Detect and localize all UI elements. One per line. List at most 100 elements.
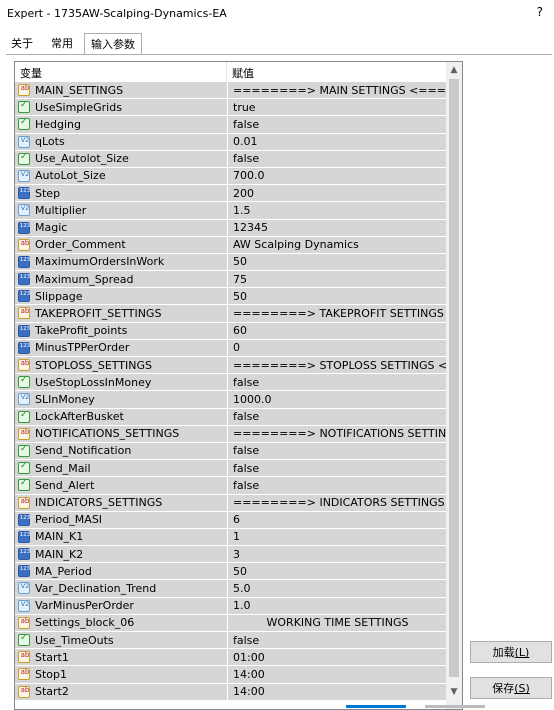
value-cell[interactable]: true: [227, 99, 447, 116]
value-cell[interactable]: false: [227, 632, 447, 649]
table-row[interactable]: Settings_block_06 WORKING TIME SETTINGS: [15, 614, 447, 632]
variable-cell[interactable]: TakeProfit_points: [15, 323, 226, 339]
value-cell[interactable]: ========> NOTIFICATIONS SETTINGS...: [227, 425, 462, 442]
table-row[interactable]: UseStopLossInMoney false: [15, 374, 447, 392]
tab-inputs[interactable]: 输入参数: [84, 33, 142, 55]
variable-cell[interactable]: UseSimpleGrids: [15, 99, 226, 115]
table-row[interactable]: MinusTPPerOrder 0: [15, 339, 447, 357]
table-row[interactable]: Order_Comment AW Scalping Dynamics: [15, 236, 447, 254]
table-row[interactable]: MAIN_K2 3: [15, 546, 446, 564]
table-row[interactable]: STOPLOSS_SETTINGS ========> STOPLOSS SETT…: [15, 357, 462, 375]
table-row[interactable]: TakeProfit_points 60: [15, 322, 447, 340]
value-cell[interactable]: WORKING TIME SETTINGS: [227, 614, 447, 631]
table-row[interactable]: SLInMoney 1000.0: [15, 391, 447, 409]
value-cell[interactable]: 1.5: [227, 202, 447, 219]
tab-about[interactable]: 关于: [6, 35, 38, 53]
table-row[interactable]: Send_Notification false: [15, 442, 447, 461]
value-cell[interactable]: 1000.0: [227, 391, 447, 408]
table-row[interactable]: Hedging false: [15, 116, 447, 134]
value-cell[interactable]: false: [227, 477, 447, 494]
table-row[interactable]: VarMinusPerOrder 1.0: [15, 597, 446, 615]
table-row[interactable]: Send_Alert false: [15, 477, 447, 495]
value-cell[interactable]: ========> INDICATORS SETTINGS <...: [227, 494, 462, 511]
value-cell[interactable]: 50: [227, 253, 447, 271]
value-cell[interactable]: 14:00: [227, 683, 447, 700]
table-row[interactable]: MAIN_K1 1: [15, 528, 447, 547]
table-row[interactable]: Stop1 14:00: [15, 666, 447, 684]
value-cell[interactable]: 50: [227, 288, 447, 305]
variable-cell[interactable]: Send_Notification: [15, 443, 226, 459]
column-separator[interactable]: [226, 62, 227, 81]
variable-cell[interactable]: MAIN_K1: [15, 529, 226, 545]
save-button[interactable]: 保存(S): [470, 677, 552, 699]
value-cell[interactable]: false: [227, 374, 447, 391]
variable-cell[interactable]: qLots: [15, 134, 226, 150]
scroll-thumb[interactable]: [449, 79, 459, 677]
variable-cell[interactable]: Send_Alert: [15, 477, 226, 493]
table-row[interactable]: AutoLot_Size 700.0: [15, 167, 447, 186]
load-button[interactable]: 加载(L): [470, 641, 552, 663]
table-row[interactable]: Use_Autolot_Size false: [15, 150, 447, 168]
value-cell[interactable]: 12345: [227, 219, 447, 236]
value-cell[interactable]: ========> STOPLOSS SETTINGS <=...: [227, 357, 462, 374]
value-cell[interactable]: 200: [227, 185, 447, 202]
column-header-variable[interactable]: 变量: [20, 65, 42, 81]
table-row[interactable]: NOTIFICATIONS_SETTINGS ========> NOTIFICA…: [15, 425, 462, 443]
table-row[interactable]: LockAfterBusket false: [15, 408, 447, 426]
value-cell[interactable]: 14:00: [227, 666, 447, 683]
table-row[interactable]: UseSimpleGrids true: [15, 99, 447, 117]
variable-cell[interactable]: Slippage: [15, 288, 226, 304]
variable-cell[interactable]: SLInMoney: [15, 391, 226, 407]
table-row[interactable]: TAKEPROFIT_SETTINGS ========> TAKEPROFIT …: [15, 305, 462, 323]
variable-cell[interactable]: VarMinusPerOrder: [15, 598, 226, 614]
value-cell[interactable]: 60: [227, 322, 447, 339]
value-cell[interactable]: AW Scalping Dynamics: [227, 236, 447, 253]
variable-cell[interactable]: Magic: [15, 220, 226, 236]
variable-cell[interactable]: AutoLot_Size: [15, 168, 226, 184]
value-cell[interactable]: ========> MAIN SETTINGS <====...: [227, 82, 462, 99]
table-row[interactable]: Maximum_Spread 75: [15, 271, 447, 289]
variable-cell[interactable]: Order_Comment: [15, 237, 226, 253]
variable-cell[interactable]: MaximumOrdersInWork: [15, 254, 226, 270]
value-cell[interactable]: 6: [227, 511, 447, 528]
table-row[interactable]: Slippage 50: [15, 288, 447, 306]
variable-cell[interactable]: LockAfterBusket: [15, 409, 226, 425]
variable-cell[interactable]: Send_Mail: [15, 460, 226, 476]
table-row[interactable]: Start1 01:00: [15, 649, 446, 667]
help-button[interactable]: ?: [537, 5, 543, 19]
variable-cell[interactable]: INDICATORS_SETTINGS: [15, 495, 226, 511]
value-cell[interactable]: 700.0: [227, 167, 447, 185]
variable-cell[interactable]: Start1: [15, 649, 226, 665]
table-row[interactable]: Magic 12345: [15, 219, 447, 237]
variable-cell[interactable]: NOTIFICATIONS_SETTINGS: [15, 426, 226, 442]
value-cell[interactable]: false: [227, 116, 447, 133]
variable-cell[interactable]: Settings_block_06: [15, 615, 226, 631]
value-cell[interactable]: false: [227, 408, 447, 425]
table-row[interactable]: MA_Period 50: [15, 563, 446, 581]
variable-cell[interactable]: Multiplier: [15, 202, 226, 218]
variable-cell[interactable]: TAKEPROFIT_SETTINGS: [15, 305, 226, 321]
variable-cell[interactable]: Step: [15, 185, 226, 201]
value-cell[interactable]: ========> TAKEPROFIT SETTINGS <...: [227, 305, 462, 322]
value-cell[interactable]: 0: [227, 339, 447, 356]
value-cell[interactable]: 75: [227, 271, 447, 288]
variable-cell[interactable]: Period_MASI: [15, 512, 226, 528]
variable-cell[interactable]: MA_Period: [15, 563, 226, 579]
value-cell[interactable]: false: [227, 442, 447, 460]
variable-cell[interactable]: UseStopLossInMoney: [15, 374, 226, 390]
table-row[interactable]: Start2 14:00: [15, 683, 447, 701]
vertical-scrollbar[interactable]: ▲ ▼: [446, 62, 462, 709]
variable-cell[interactable]: Use_TimeOuts: [15, 632, 226, 648]
table-row[interactable]: Use_TimeOuts false: [15, 632, 447, 650]
table-row[interactable]: MaximumOrdersInWork 50: [15, 253, 447, 272]
value-cell[interactable]: false: [227, 150, 447, 167]
variable-cell[interactable]: MinusTPPerOrder: [15, 340, 226, 356]
table-row[interactable]: MAIN_SETTINGS ========> MAIN SETTINGS <==…: [15, 82, 462, 100]
column-header-value[interactable]: 赋值: [232, 65, 254, 81]
variable-cell[interactable]: Maximum_Spread: [15, 271, 226, 287]
table-row[interactable]: Period_MASI 6: [15, 511, 447, 529]
value-cell[interactable]: 0.01: [227, 133, 447, 150]
value-cell[interactable]: 1: [227, 528, 447, 546]
scroll-up-icon[interactable]: ▲: [446, 62, 462, 78]
value-cell[interactable]: 5.0: [227, 580, 447, 597]
